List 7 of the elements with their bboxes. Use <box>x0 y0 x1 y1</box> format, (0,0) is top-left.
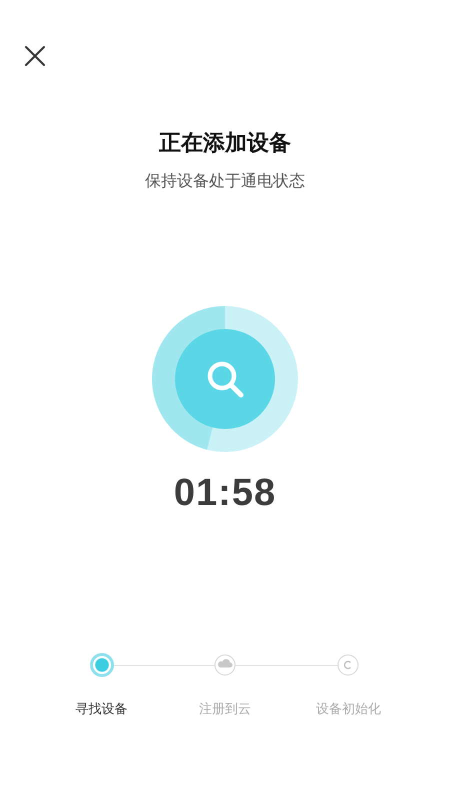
step-label: 寻找设备 <box>76 700 128 718</box>
countdown-timer: 01:58 <box>174 471 276 516</box>
subtitle: 保持设备处于通电状态 <box>145 172 305 192</box>
close-icon[interactable] <box>24 45 46 67</box>
page-title: 正在添加设备 <box>159 129 291 157</box>
step-label: 设备初始化 <box>316 700 381 718</box>
step-label: 注册到云 <box>198 700 251 718</box>
